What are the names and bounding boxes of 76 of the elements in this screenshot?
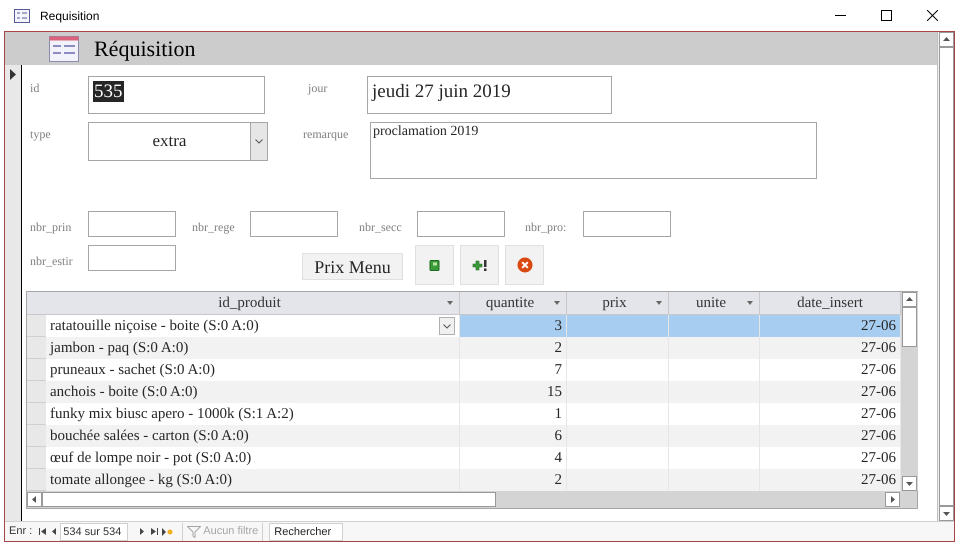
scroll-up-icon (938, 32, 954, 47)
field-value: extra (152, 131, 186, 150)
cancel-icon (516, 257, 532, 273)
dropdown-button[interactable] (250, 123, 267, 160)
field-label: nbr_pro: (525, 219, 568, 233)
vertical-scrollbar[interactable] (937, 32, 954, 521)
scroll-thumb[interactable] (902, 307, 917, 347)
number-field[interactable] (417, 211, 505, 237)
column-header[interactable]: unite (669, 292, 760, 314)
field-value: jeudi 27 juin 2019 (372, 81, 511, 102)
field-value: 535 (93, 81, 124, 102)
table-row[interactable]: funky mix biusc apero - 1000k (S:1 A:2) 1 27-06 (27, 403, 901, 425)
table-row[interactable]: bouchée salées - carton (S:0 A:0) 6 27-06 (27, 425, 901, 447)
table-row[interactable]: œuf de lompe noir - pot (S:0 A:0) 4 27-06 (27, 447, 901, 469)
window-title: Requisition (40, 8, 100, 24)
table-cell: 27-06 (760, 315, 901, 337)
next-icon (140, 528, 144, 535)
maximize-icon (880, 10, 892, 21)
dropdown-button[interactable] (439, 317, 455, 335)
field-label: nbr_secc (359, 219, 403, 233)
number-field[interactable] (583, 211, 671, 237)
field-label: type (30, 126, 52, 140)
field-label: nbr_estir (30, 253, 74, 267)
form-icon (14, 8, 30, 22)
minimize-icon (834, 15, 846, 16)
horizontal-scrollbar[interactable] (27, 491, 917, 508)
search-field[interactable]: Rechercher (269, 522, 344, 540)
filter-icon (187, 526, 202, 538)
new-record-icon (162, 528, 173, 536)
column-header[interactable]: prix (567, 292, 669, 314)
close-icon (926, 10, 938, 21)
caret-icon (656, 301, 662, 305)
icon-button[interactable] (460, 245, 499, 285)
scroll-thumb[interactable] (938, 47, 954, 506)
field-label: id (30, 80, 40, 94)
book-icon (429, 260, 440, 270)
previous-icon (52, 528, 56, 535)
scroll-down-icon (902, 476, 917, 491)
field-label: jour (308, 80, 328, 94)
memo-field[interactable]: proclamation 2019 (370, 122, 817, 179)
field-value: proclamation 2019 (373, 124, 478, 139)
table-row[interactable]: anchois - boite (S:0 A:0) 15 27-06 (27, 381, 901, 403)
form-icon (49, 36, 79, 62)
table-row[interactable]: jambon - paq (S:0 A:0) 2 27-06 (27, 337, 901, 359)
record-position-field[interactable]: 534 sur 534 (60, 522, 128, 540)
column-header[interactable]: quantite (460, 292, 567, 314)
first-icon (38, 528, 46, 535)
icon-button[interactable] (415, 245, 454, 285)
number-field[interactable] (88, 245, 176, 271)
last-icon (150, 528, 158, 535)
caret-icon (447, 301, 453, 305)
table-row[interactable]: ratatouille niçoise - boite (S:0 A:0) 3 27-06 (27, 315, 901, 337)
text-field[interactable]: jeudi 27 juin 2019 (367, 76, 612, 114)
column-header[interactable]: id_produit (46, 292, 460, 314)
vertical-scrollbar[interactable] (901, 292, 918, 491)
record-selector[interactable] (5, 65, 22, 521)
scroll-thumb[interactable] (42, 492, 496, 507)
prix-menu-button[interactable]: Prix Menu (302, 253, 403, 280)
combo-box[interactable]: extra (88, 122, 268, 161)
number-field[interactable] (250, 211, 338, 237)
form-title: Réquisition (94, 35, 196, 63)
caret-icon (554, 301, 560, 305)
chevron-down-icon (443, 324, 451, 328)
number-field[interactable] (88, 211, 176, 237)
table-row[interactable]: pruneaux - sachet (S:0 A:0) 7 27-06 (27, 359, 901, 381)
add-exclamation-icon (472, 258, 488, 272)
caret-icon (747, 301, 753, 305)
text-field[interactable]: 535 (88, 76, 265, 114)
field-label: remarque (303, 126, 350, 140)
chevron-down-icon (255, 139, 263, 144)
field-label: nbr_prin (30, 219, 72, 233)
record-label: Enr : (9, 524, 32, 540)
table-row[interactable]: tomate allongee - kg (S:0 A:0) 2 27-06 (27, 469, 901, 491)
icon-button[interactable] (505, 245, 544, 285)
table-cell: 3 (460, 315, 567, 337)
field-label: nbr_rege (192, 219, 236, 233)
